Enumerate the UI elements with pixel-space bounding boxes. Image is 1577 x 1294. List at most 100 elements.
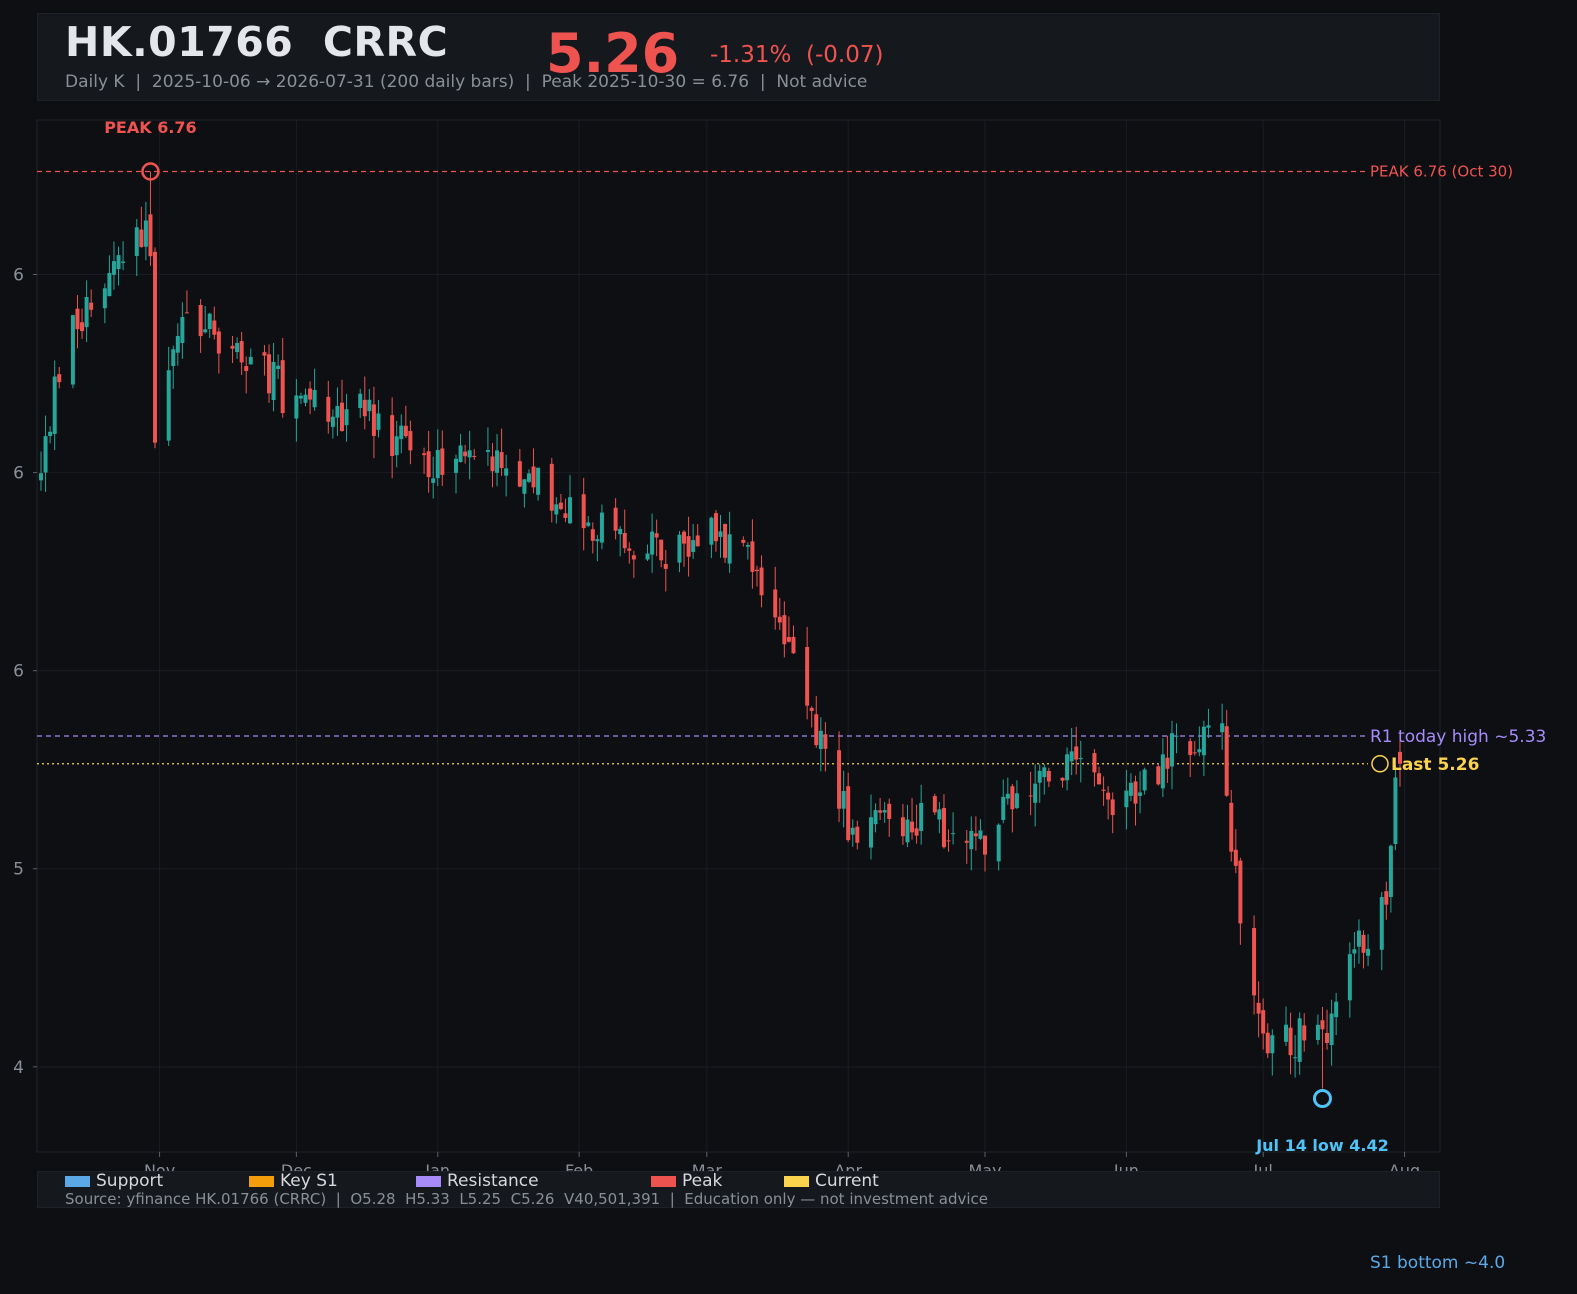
candle-body: [650, 531, 655, 555]
candle-body: [1197, 749, 1202, 753]
candle-body: [1270, 1035, 1275, 1054]
candle-body: [70, 315, 75, 385]
legend-panel: Support Key S1 Resistance Peak Current S…: [37, 1171, 1440, 1208]
candle-body: [326, 396, 331, 422]
candle-body: [654, 533, 659, 538]
candle-body: [1069, 751, 1074, 762]
candle-body: [1165, 757, 1170, 769]
candle-body: [394, 436, 399, 456]
candle-body: [1261, 1010, 1266, 1034]
candle-body: [1256, 1002, 1261, 1014]
candle-body: [745, 545, 750, 547]
candle-body: [408, 431, 413, 451]
candle-body: [741, 539, 746, 543]
candle-body: [586, 522, 591, 526]
candle-body: [996, 824, 1001, 862]
candle-body: [1160, 754, 1165, 789]
candle-body: [568, 497, 573, 524]
candle-body: [175, 336, 180, 353]
candle-body: [399, 425, 404, 440]
candle-body: [57, 374, 62, 383]
candle-body: [526, 473, 531, 482]
legend-item-key-s1: Key S1: [249, 1171, 338, 1191]
candle-body: [1169, 733, 1174, 767]
candle-body: [403, 425, 408, 437]
candle-body: [134, 227, 139, 257]
candle-body: [463, 451, 468, 457]
candle-body: [495, 450, 500, 473]
candle-body: [613, 507, 618, 531]
candle-body: [362, 399, 367, 417]
candle-body: [727, 534, 732, 564]
candle-body: [1293, 1057, 1298, 1059]
candle-body: [823, 734, 828, 749]
legend-swatch-support: [65, 1175, 90, 1187]
candle-body: [932, 796, 937, 813]
candle-body: [1325, 1032, 1330, 1044]
candle-body: [39, 473, 43, 481]
candle-body: [1138, 792, 1143, 796]
candle-body: [919, 803, 924, 832]
candle-body: [677, 534, 682, 563]
candle-body: [298, 395, 303, 399]
candle-body: [1046, 770, 1051, 782]
candle-body: [805, 647, 810, 706]
candle-body: [759, 567, 764, 596]
candle-body: [1220, 723, 1225, 733]
candle-body: [426, 451, 431, 478]
candle-body: [850, 827, 855, 835]
candle-body: [1393, 777, 1398, 845]
candle-body: [1238, 860, 1243, 924]
candle-body: [166, 370, 171, 441]
peak-label: PEAK 6.76: [104, 118, 196, 137]
candle-body: [814, 714, 819, 746]
legend-label: Resistance: [447, 1171, 539, 1191]
candle-body: [121, 261, 126, 263]
legend-label: Key S1: [280, 1171, 338, 1191]
candle-body: [590, 529, 595, 541]
candle-body: [723, 523, 728, 558]
source-note: Source: yfinance HK.01766 (CRRC) | O5.28…: [65, 1190, 989, 1208]
candle-body: [599, 512, 604, 543]
candle-body: [143, 220, 148, 247]
candle-body: [773, 589, 778, 618]
candle-body: [1142, 769, 1147, 791]
candle-body: [900, 817, 905, 837]
y-tick-label: 6: [13, 662, 24, 682]
candle-body: [335, 405, 340, 418]
candle-body: [1206, 725, 1211, 728]
candle-body: [1366, 948, 1371, 956]
candle-body: [1156, 766, 1161, 785]
candle-body: [631, 555, 636, 560]
candle-body: [458, 445, 463, 463]
candle-body: [75, 308, 80, 330]
candle-body: [531, 466, 536, 488]
candle-body: [659, 539, 664, 561]
candle-body: [964, 840, 969, 843]
candle-body: [467, 450, 472, 458]
peak-line-label: PEAK 6.76 (Oct 30): [1370, 163, 1513, 181]
candle-body: [207, 313, 212, 330]
candle-body: [905, 819, 910, 843]
candle-body: [549, 463, 554, 511]
candle-body: [267, 354, 272, 394]
candle-body: [563, 513, 568, 518]
candle-body: [983, 835, 988, 855]
candle-body: [1110, 799, 1115, 816]
candle-body: [1283, 1024, 1288, 1042]
candle-body: [1352, 949, 1357, 954]
candle-body: [946, 840, 951, 842]
candle-body: [1078, 757, 1083, 760]
candle-body: [1329, 1013, 1334, 1046]
candle-body: [1010, 786, 1015, 810]
candle-body: [1133, 781, 1138, 804]
candle-body: [622, 533, 627, 549]
candle-body: [153, 251, 158, 443]
candle-body: [1037, 770, 1042, 783]
y-tick-label: 6: [13, 266, 24, 286]
candle-body: [1097, 773, 1102, 785]
candle-body: [1379, 897, 1384, 950]
candle-body: [1106, 792, 1111, 800]
candle-body: [262, 352, 267, 356]
candle-body: [1201, 726, 1206, 756]
